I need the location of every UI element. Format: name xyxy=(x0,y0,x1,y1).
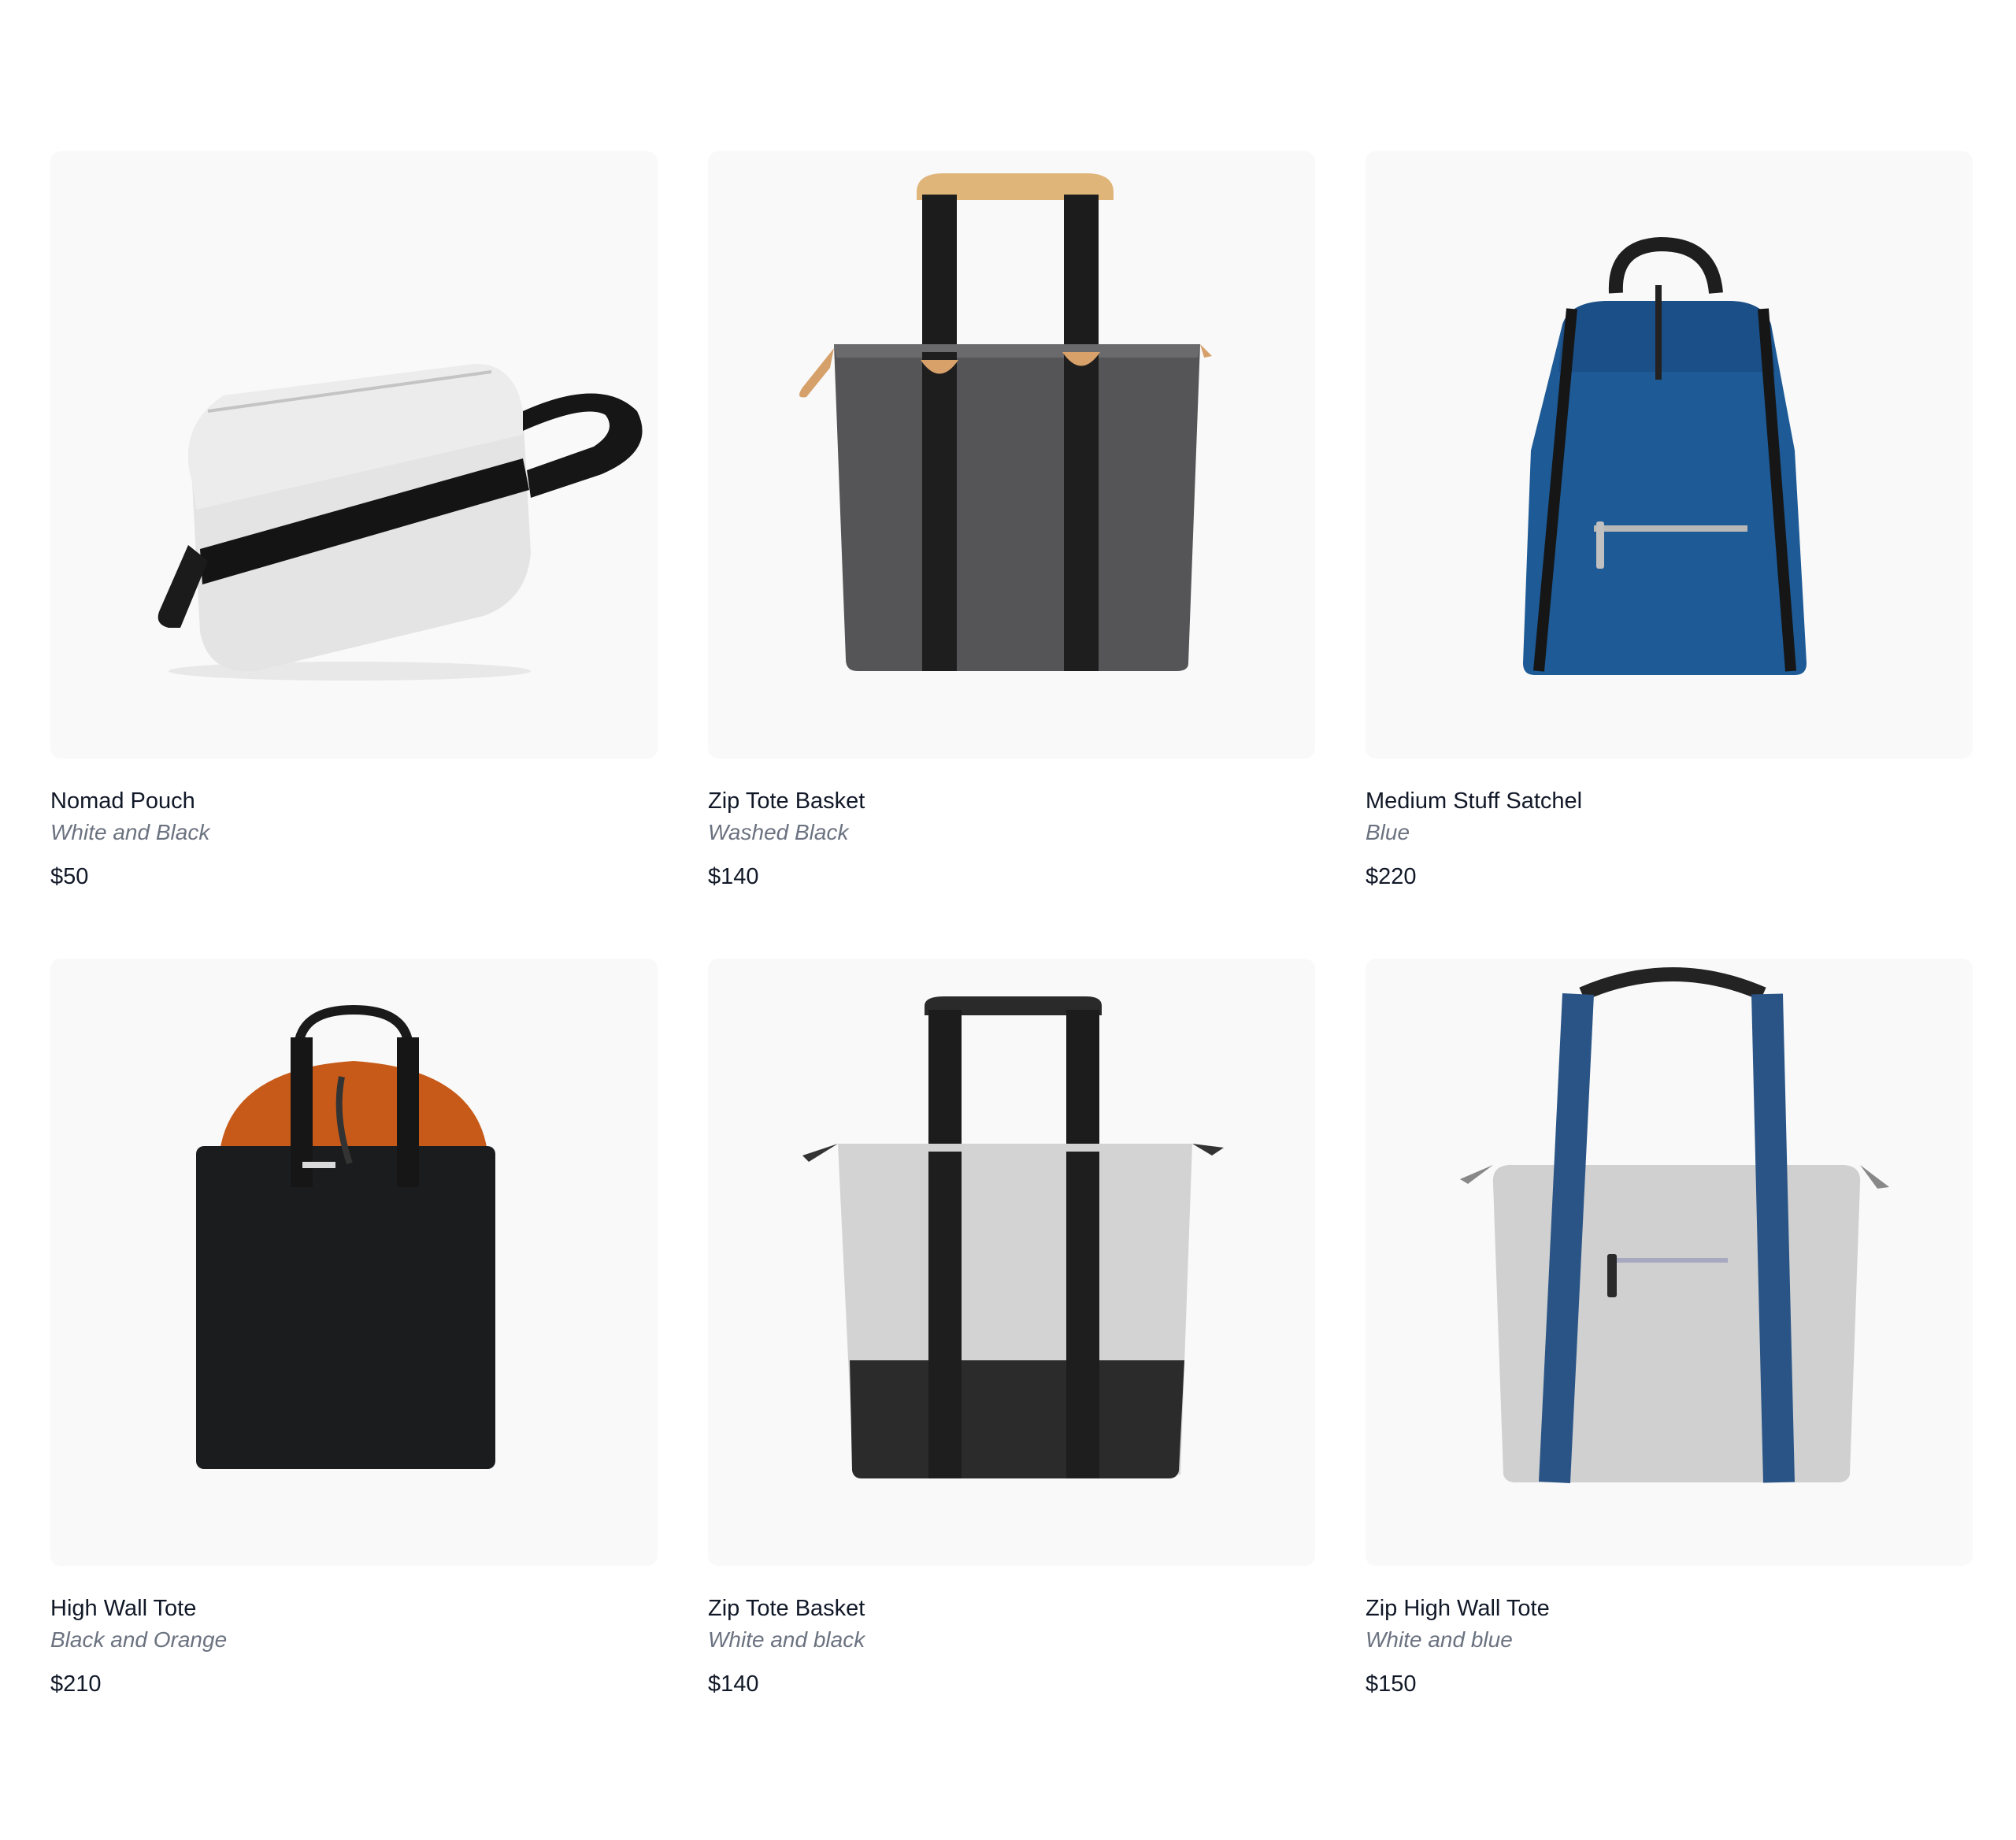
product-color: White and blue xyxy=(1366,1627,1513,1652)
product-name[interactable]: Nomad Pouch xyxy=(50,785,658,817)
pouch-bag-icon xyxy=(158,364,643,681)
product-card[interactable]: High Wall Tote Black and Orange $210 xyxy=(50,959,658,1700)
tote-bag-icon xyxy=(1460,967,1889,1483)
product-color: White and black xyxy=(708,1627,865,1652)
product-grid: Nomad Pouch White and Black $50 Zip Tote… xyxy=(50,151,1973,1700)
product-name[interactable]: Medium Stuff Satchel xyxy=(1366,785,1973,817)
product-color: White and Black xyxy=(50,820,210,844)
product-image[interactable] xyxy=(50,151,658,759)
product-image[interactable] xyxy=(50,959,658,1566)
product-price: $150 xyxy=(1366,1671,1417,1697)
tote-bag-icon xyxy=(196,1004,495,1469)
backpack-icon xyxy=(1523,236,1807,675)
product-name[interactable]: Zip Tote Basket xyxy=(708,1593,1315,1624)
product-card[interactable]: Zip Tote Basket Washed Black $140 xyxy=(708,151,1315,892)
product-price: $140 xyxy=(708,1671,759,1697)
product-image[interactable] xyxy=(708,151,1315,759)
product-name[interactable]: Zip Tote Basket xyxy=(708,785,1315,817)
product-price: $210 xyxy=(50,1671,102,1697)
product-image[interactable] xyxy=(1366,151,1973,759)
product-price: $140 xyxy=(708,864,759,889)
product-name[interactable]: Zip High Wall Tote xyxy=(1366,1593,1973,1624)
product-image[interactable] xyxy=(1366,959,1973,1566)
product-price: $50 xyxy=(50,864,89,889)
tote-bag-icon xyxy=(802,996,1224,1478)
product-color: Black and Orange xyxy=(50,1627,228,1652)
product-price: $220 xyxy=(1366,864,1417,889)
product-color: Blue xyxy=(1366,820,1410,844)
product-card[interactable]: Nomad Pouch White and Black $50 xyxy=(50,151,658,892)
product-card[interactable]: Medium Stuff Satchel Blue $220 xyxy=(1366,151,1973,892)
product-card[interactable]: Zip High Wall Tote White and blue $150 xyxy=(1366,959,1973,1700)
product-card[interactable]: Zip Tote Basket White and black $140 xyxy=(708,959,1315,1700)
product-name[interactable]: High Wall Tote xyxy=(50,1593,658,1624)
product-color: Washed Black xyxy=(708,820,849,844)
tote-bag-icon xyxy=(799,173,1212,671)
product-image[interactable] xyxy=(708,959,1315,1566)
